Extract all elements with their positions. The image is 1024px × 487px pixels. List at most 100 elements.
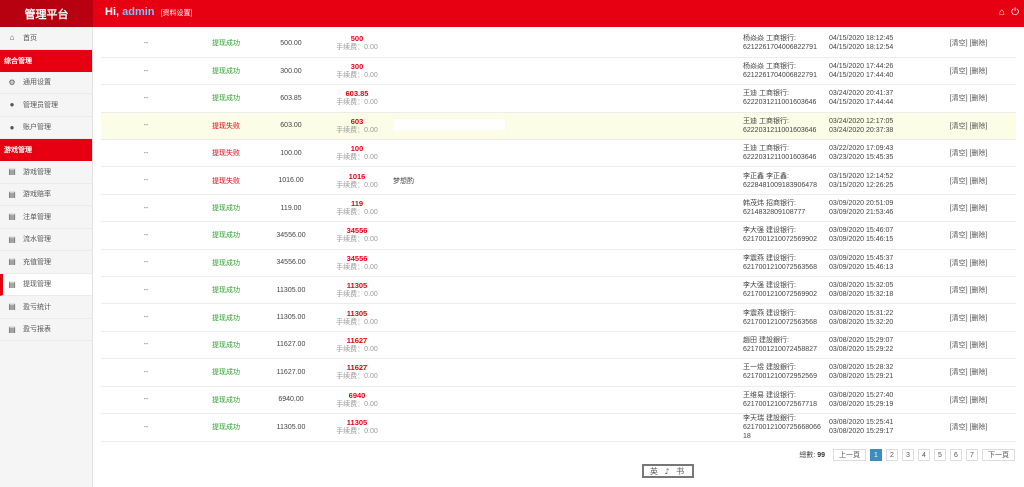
cell-bank: 韩茂炜 招商银行: 6214832809108777 [743, 194, 829, 223]
sidebar-item-profit-stats[interactable]: ▤ 盈亏统计 [0, 296, 92, 319]
cell-payout: 300 手续费：0.00 [321, 57, 393, 86]
file-icon: ▤ [8, 212, 16, 222]
file-icon: ▤ [8, 302, 16, 312]
bank-account: 6217001210072952569 [743, 373, 817, 381]
sidebar-item-game-management[interactable]: ▤ 游戏管理 [0, 161, 92, 184]
page-button[interactable]: 3 [902, 449, 914, 461]
row-actions[interactable]: [清空] [删除] [921, 303, 1016, 332]
status-badge: 提现成功 [191, 30, 261, 58]
home-icon[interactable]: ⌂ [999, 7, 1005, 18]
bank-account: 6212261704006822791 [743, 44, 817, 52]
row-actions[interactable]: [清空] [删除] [921, 139, 1016, 168]
cell-amount: 603.00 [261, 112, 321, 141]
table-row: -- 提现成功 11305.00 11305 手续费：0.00 李大强 建设银行: 6217… [101, 276, 1016, 305]
bank-name: 李震燕 建设银行: [743, 254, 796, 262]
fee-label: 手续费：0.00 [336, 236, 378, 244]
next-page-button[interactable]: 下一頁 [982, 449, 1015, 461]
sidebar-item-label: 盈亏报表 [23, 326, 51, 334]
time-processed: 04/15/2020 17:44:40 [829, 72, 894, 80]
row-actions[interactable]: [清空] [删除] [921, 331, 1016, 360]
bank-name: 韩茂炜 招商银行: [743, 200, 796, 208]
table-row: -- 提现成功 300.00 300 手续费：0.00 杨焱焱 工商银行: 62122617… [101, 57, 1016, 86]
row-actions[interactable]: [清空] [删除] [921, 358, 1016, 387]
greeting: Hi, admin [资料设置] [105, 6, 192, 18]
total-value: 99 [817, 452, 825, 459]
sidebar-item-general-settings[interactable]: ⚙ 通用设置 [0, 72, 92, 94]
row-actions[interactable]: [清空] [删除] [921, 112, 1016, 141]
row-actions[interactable]: [清空] [删除] [921, 413, 1016, 442]
cell-bank: 李震燕 建设银行: 6217001210072563568 [743, 303, 829, 332]
row-actions[interactable]: [清空] [删除] [921, 194, 1016, 223]
time-created: 03/09/2020 15:46:07 [829, 227, 894, 235]
bank-account: 6222031211001603646 [743, 126, 817, 134]
row-actions[interactable]: [清空] [删除] [921, 221, 1016, 250]
brand-title: 管理平台 [0, 0, 93, 27]
table-row: -- 提现成功 34556.00 34556 手续费：0.00 李震燕 建设银行: 6217… [101, 249, 1016, 278]
sidebar-item-profit-report[interactable]: ▤ 盈亏报表 [0, 319, 92, 341]
page-button[interactable]: 6 [950, 449, 962, 461]
row-actions[interactable]: [清空] [删除] [921, 30, 1016, 58]
cell-amount: 119.00 [261, 194, 321, 223]
cell-dash: -- [101, 84, 191, 113]
page-button[interactable]: 2 [886, 449, 898, 461]
page-button[interactable]: 1 [870, 449, 882, 461]
cell-note [393, 386, 743, 414]
note-input[interactable] [393, 119, 505, 131]
cell-time: 03/08/2020 15:25:41 03/08/2020 15:29:17 [829, 413, 921, 442]
row-actions[interactable]: [清空] [删除] [921, 276, 1016, 305]
sidebar-group-general[interactable]: 综合管理 [0, 49, 92, 72]
bank-account: 6217001210072569902 [743, 291, 817, 299]
payout-value: 11305 [346, 308, 368, 318]
payout-value: 100 [350, 144, 364, 154]
table-row: -- 提现成功 6940.00 6940 手续费：0.00 王维易 建设银行: 621700… [101, 386, 1016, 414]
row-actions[interactable]: [清空] [删除] [921, 386, 1016, 414]
payout-value: 11627 [346, 335, 368, 345]
sidebar-item-withdraw-management[interactable]: ▤ 提现管理 [0, 273, 92, 296]
sidebar-item-label: 首页 [23, 34, 37, 42]
payout-value: 34556 [346, 253, 368, 263]
payout-value: 6940 [348, 390, 366, 400]
file-icon: ▤ [8, 257, 16, 267]
time-processed: 03/09/2020 15:46:13 [829, 263, 894, 271]
time-processed: 03/08/2020 15:29:21 [829, 373, 894, 381]
profile-settings-link[interactable]: [资料设置] [161, 10, 193, 17]
home-icon: ⌂ [9, 33, 15, 43]
user-icon: ● [9, 100, 15, 110]
cell-note [393, 139, 743, 168]
time-processed: 03/08/2020 15:32:18 [829, 291, 894, 299]
status-badge: 提现成功 [191, 303, 261, 332]
time-created: 03/09/2020 20:51:09 [829, 200, 894, 208]
payout-value: 11627 [346, 363, 368, 373]
sidebar-group-game[interactable]: 游戏管理 [0, 139, 92, 161]
sidebar-item-flow-management[interactable]: ▤ 流水管理 [0, 229, 92, 251]
page-button[interactable]: 4 [918, 449, 930, 461]
cell-bank: 趙田 建設銀行: 6217001210072458827 [743, 331, 829, 360]
time-processed: 03/08/2020 15:29:22 [829, 345, 894, 353]
cell-payout: 1016 手续费：0.00 [321, 166, 393, 195]
row-actions[interactable]: [清空] [删除] [921, 249, 1016, 278]
row-actions[interactable]: [清空] [删除] [921, 84, 1016, 113]
table-row: -- 提现成功 11627.00 11627 手续费：0.00 王一煜 建設銀行: 6217… [101, 358, 1016, 387]
sidebar-item-label: 游戏管理 [23, 168, 51, 176]
cell-amount: 11627.00 [261, 331, 321, 360]
bank-account: 6217001210072569902 [743, 236, 817, 244]
row-actions[interactable]: [清空] [删除] [921, 166, 1016, 195]
page-button[interactable]: 5 [934, 449, 946, 461]
fee-label: 手续费：0.00 [336, 291, 378, 299]
table-row: -- 提现成功 11305.00 11305 手续费：0.00 李天瑞 建設銀行: 6217… [101, 413, 1016, 442]
page-button[interactable]: 7 [966, 449, 978, 461]
time-created: 03/08/2020 15:32:05 [829, 282, 894, 290]
status-badge: 提现失败 [191, 166, 261, 195]
sidebar-item-game-odds[interactable]: ▤ 游戏赔率 [0, 184, 92, 206]
sidebar-item-bet-management[interactable]: ▤ 注单管理 [0, 206, 92, 229]
fee-label: 手续费：0.00 [336, 400, 378, 408]
sidebar-item-admin-management[interactable]: ● 管理员管理 [0, 94, 92, 117]
prev-page-button[interactable]: 上一頁 [833, 449, 866, 461]
power-icon[interactable]: ⏻ [1011, 7, 1019, 18]
cell-payout: 603.85 手续费：0.00 [321, 84, 393, 113]
sidebar-item-account-management[interactable]: ● 账户管理 [0, 117, 92, 139]
bank-account: 6217001210072458827 [743, 345, 817, 353]
row-actions[interactable]: [清空] [删除] [921, 57, 1016, 86]
sidebar-item-home[interactable]: ⌂ 首页 [0, 27, 92, 50]
sidebar-item-recharge-management[interactable]: ▤ 充值管理 [0, 251, 92, 274]
